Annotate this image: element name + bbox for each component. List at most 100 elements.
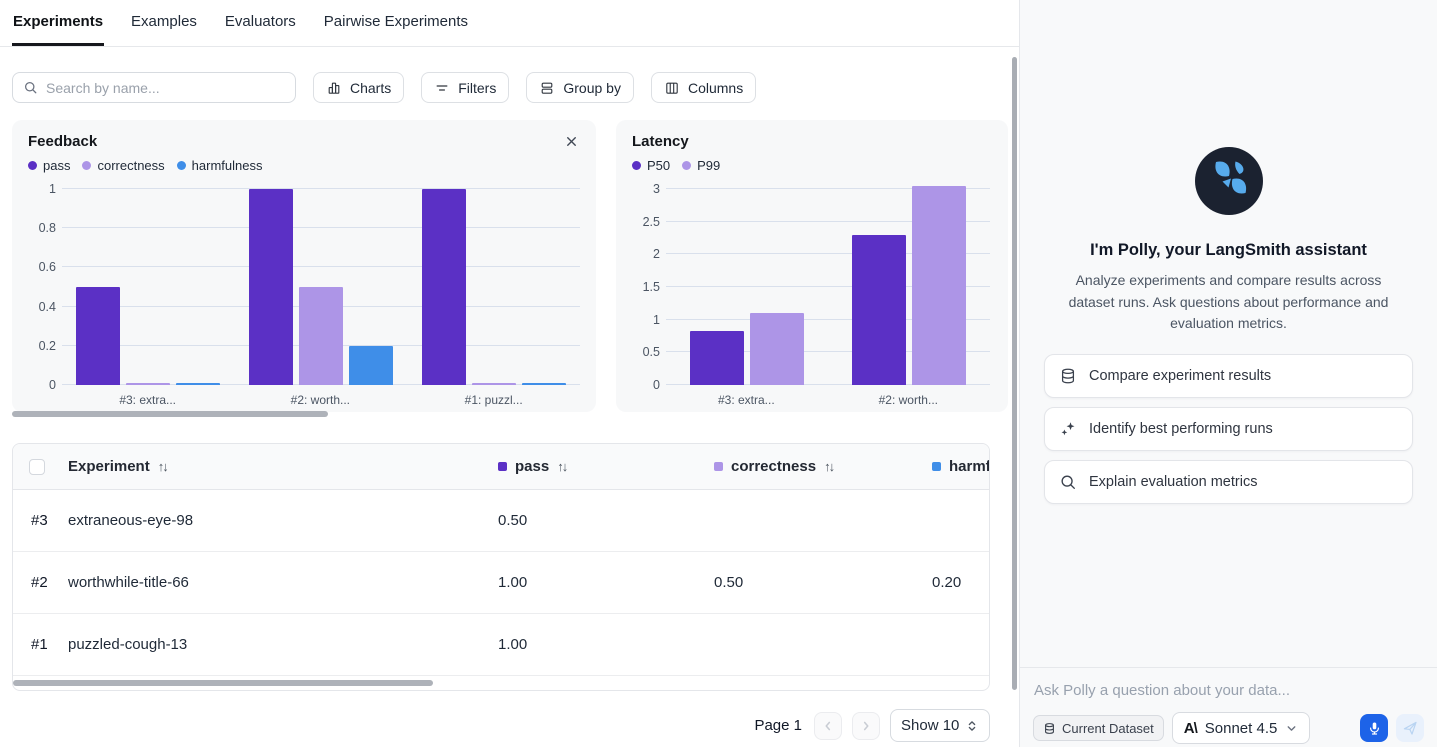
tab-pairwise-experiments[interactable]: Pairwise Experiments <box>323 0 469 46</box>
bar-group <box>690 313 804 385</box>
polly-assistant-panel: I'm Polly, your LangSmith assistant Anal… <box>1019 0 1437 747</box>
up-down-chevrons-icon <box>965 719 979 733</box>
polly-avatar <box>1195 147 1263 215</box>
previous-page-button[interactable] <box>814 712 842 740</box>
anthropic-logo-icon: A\ <box>1184 720 1197 737</box>
search-input[interactable] <box>46 80 285 96</box>
sort-icon[interactable]: ↑↓ <box>557 459 566 474</box>
y-tick-label: 1 <box>49 182 56 196</box>
pass-bar <box>76 287 120 385</box>
table-header: Experiment ↑↓ pass ↑↓ correctness ↑↓ har… <box>13 444 989 490</box>
sort-icon[interactable]: ↑↓ <box>158 459 167 474</box>
harmfulness-color-swatch <box>932 462 941 471</box>
experiment-name[interactable]: worthwhile-title-66 <box>68 574 486 591</box>
legend-dot <box>632 161 641 170</box>
chevron-right-icon <box>859 719 873 733</box>
feedback-chart-horizontal-scrollbar[interactable] <box>12 411 328 417</box>
columns-button[interactable]: Columns <box>651 72 756 103</box>
experiment-name[interactable]: puzzled-cough-13 <box>68 636 486 653</box>
y-tick-label: 0 <box>49 378 56 392</box>
pass-color-swatch <box>498 462 507 471</box>
tab-experiments[interactable]: Experiments <box>12 0 104 46</box>
table-row[interactable]: #1 puzzled-cough-13 1.00 <box>13 614 989 676</box>
close-icon[interactable] <box>562 132 580 150</box>
legend-dot <box>82 161 91 170</box>
x-tick-label: #3: extra... <box>718 393 775 407</box>
legend-item[interactable]: P50 <box>632 158 670 173</box>
bar-group <box>249 189 393 385</box>
select-all-checkbox[interactable] <box>29 459 45 475</box>
x-axis: #3: extra... #2: worth... <box>666 385 990 407</box>
feedback-chart-title: Feedback <box>28 133 97 150</box>
charts-button[interactable]: Charts <box>313 72 404 103</box>
current-dataset-chip[interactable]: Current Dataset <box>1033 715 1164 741</box>
pagination: Page 1 Show 10 <box>0 709 1019 742</box>
correctness-color-swatch <box>714 462 723 471</box>
legend-item[interactable]: correctness <box>82 158 164 173</box>
x-axis: #3: extra...#2: worth...#1: puzzl... <box>62 385 580 407</box>
legend-item[interactable]: P99 <box>682 158 720 173</box>
tab-evaluators[interactable]: Evaluators <box>224 0 297 46</box>
chevron-down-icon <box>1285 722 1298 735</box>
y-tick-label: 1 <box>653 313 660 327</box>
x-tick-label: #2: worth... <box>879 393 938 407</box>
suggestion-best-runs[interactable]: Identify best performing runs <box>1044 407 1413 451</box>
rows-icon <box>539 80 555 96</box>
y-tick-label: 2.5 <box>643 215 660 229</box>
bar-group <box>852 186 966 385</box>
column-harmfulness[interactable]: harmfulness <box>920 458 989 475</box>
harmfulness-bar <box>522 383 566 385</box>
column-pass[interactable]: pass ↑↓ <box>486 458 702 475</box>
next-page-button[interactable] <box>852 712 880 740</box>
latency-legend: P50 P99 <box>632 156 990 175</box>
suggestion-list: Compare experiment results Identify best… <box>1020 354 1437 504</box>
column-correctness[interactable]: correctness ↑↓ <box>702 458 920 475</box>
correctness-bar <box>126 383 170 385</box>
y-tick-label: 0.8 <box>39 221 56 235</box>
feedback-plot <box>62 189 580 385</box>
y-tick-label: 0.6 <box>39 260 56 274</box>
bar-chart-icon <box>326 80 342 96</box>
suggestion-compare-results[interactable]: Compare experiment results <box>1044 354 1413 398</box>
database-icon <box>1059 367 1077 385</box>
table-horizontal-scrollbar[interactable] <box>13 680 433 686</box>
table-row[interactable]: #3 extraneous-eye-98 0.50 <box>13 490 989 552</box>
filter-lines-icon <box>434 80 450 96</box>
column-experiment[interactable]: Experiment ↑↓ <box>68 458 486 475</box>
y-axis: 10.80.60.40.20 <box>28 189 62 385</box>
harmfulness-bar <box>176 383 220 385</box>
y-tick-label: 0.2 <box>39 339 56 353</box>
experiment-name[interactable]: extraneous-eye-98 <box>68 512 486 529</box>
feedback-chart-card: Feedback pass correctness harmfulness 1 0.8… <box>12 120 596 412</box>
y-tick-label: 0 <box>653 378 660 392</box>
bar-group <box>76 287 220 385</box>
legend-dot <box>28 161 37 170</box>
y-axis: 32.521.510.50 <box>632 189 666 385</box>
sort-icon[interactable]: ↑↓ <box>824 459 833 474</box>
P50-bar <box>690 331 744 385</box>
microphone-button[interactable] <box>1360 714 1388 742</box>
y-tick-label: 1.5 <box>643 280 660 294</box>
suggestion-explain-metrics[interactable]: Explain evaluation metrics <box>1044 460 1413 504</box>
model-selector[interactable]: A\ Sonnet 4.5 <box>1172 712 1311 744</box>
legend-dot <box>177 161 186 170</box>
filters-button[interactable]: Filters <box>421 72 509 103</box>
legend-item[interactable]: pass <box>28 158 70 173</box>
y-tick-label: 0.5 <box>643 345 660 359</box>
page-size-select[interactable]: Show 10 <box>890 709 990 742</box>
search-box[interactable] <box>12 72 296 103</box>
assistant-description: Analyze experiments and compare results … <box>1020 270 1437 335</box>
send-button[interactable] <box>1396 714 1424 742</box>
latency-chart-title: Latency <box>632 133 689 150</box>
vertical-scrollbar[interactable] <box>1012 57 1017 690</box>
tab-examples[interactable]: Examples <box>130 0 198 46</box>
y-tick-label: 0.4 <box>39 300 56 314</box>
P99-bar <box>750 313 804 385</box>
x-tick-label: #2: worth... <box>291 393 350 407</box>
legend-item[interactable]: harmfulness <box>177 158 263 173</box>
polly-question-input[interactable] <box>1033 682 1424 699</box>
table-row[interactable]: #2 worthwhile-title-66 1.00 0.50 0.20 <box>13 552 989 614</box>
legend-dot <box>682 161 691 170</box>
bar-group <box>422 189 566 385</box>
group-by-button[interactable]: Group by <box>526 72 634 103</box>
